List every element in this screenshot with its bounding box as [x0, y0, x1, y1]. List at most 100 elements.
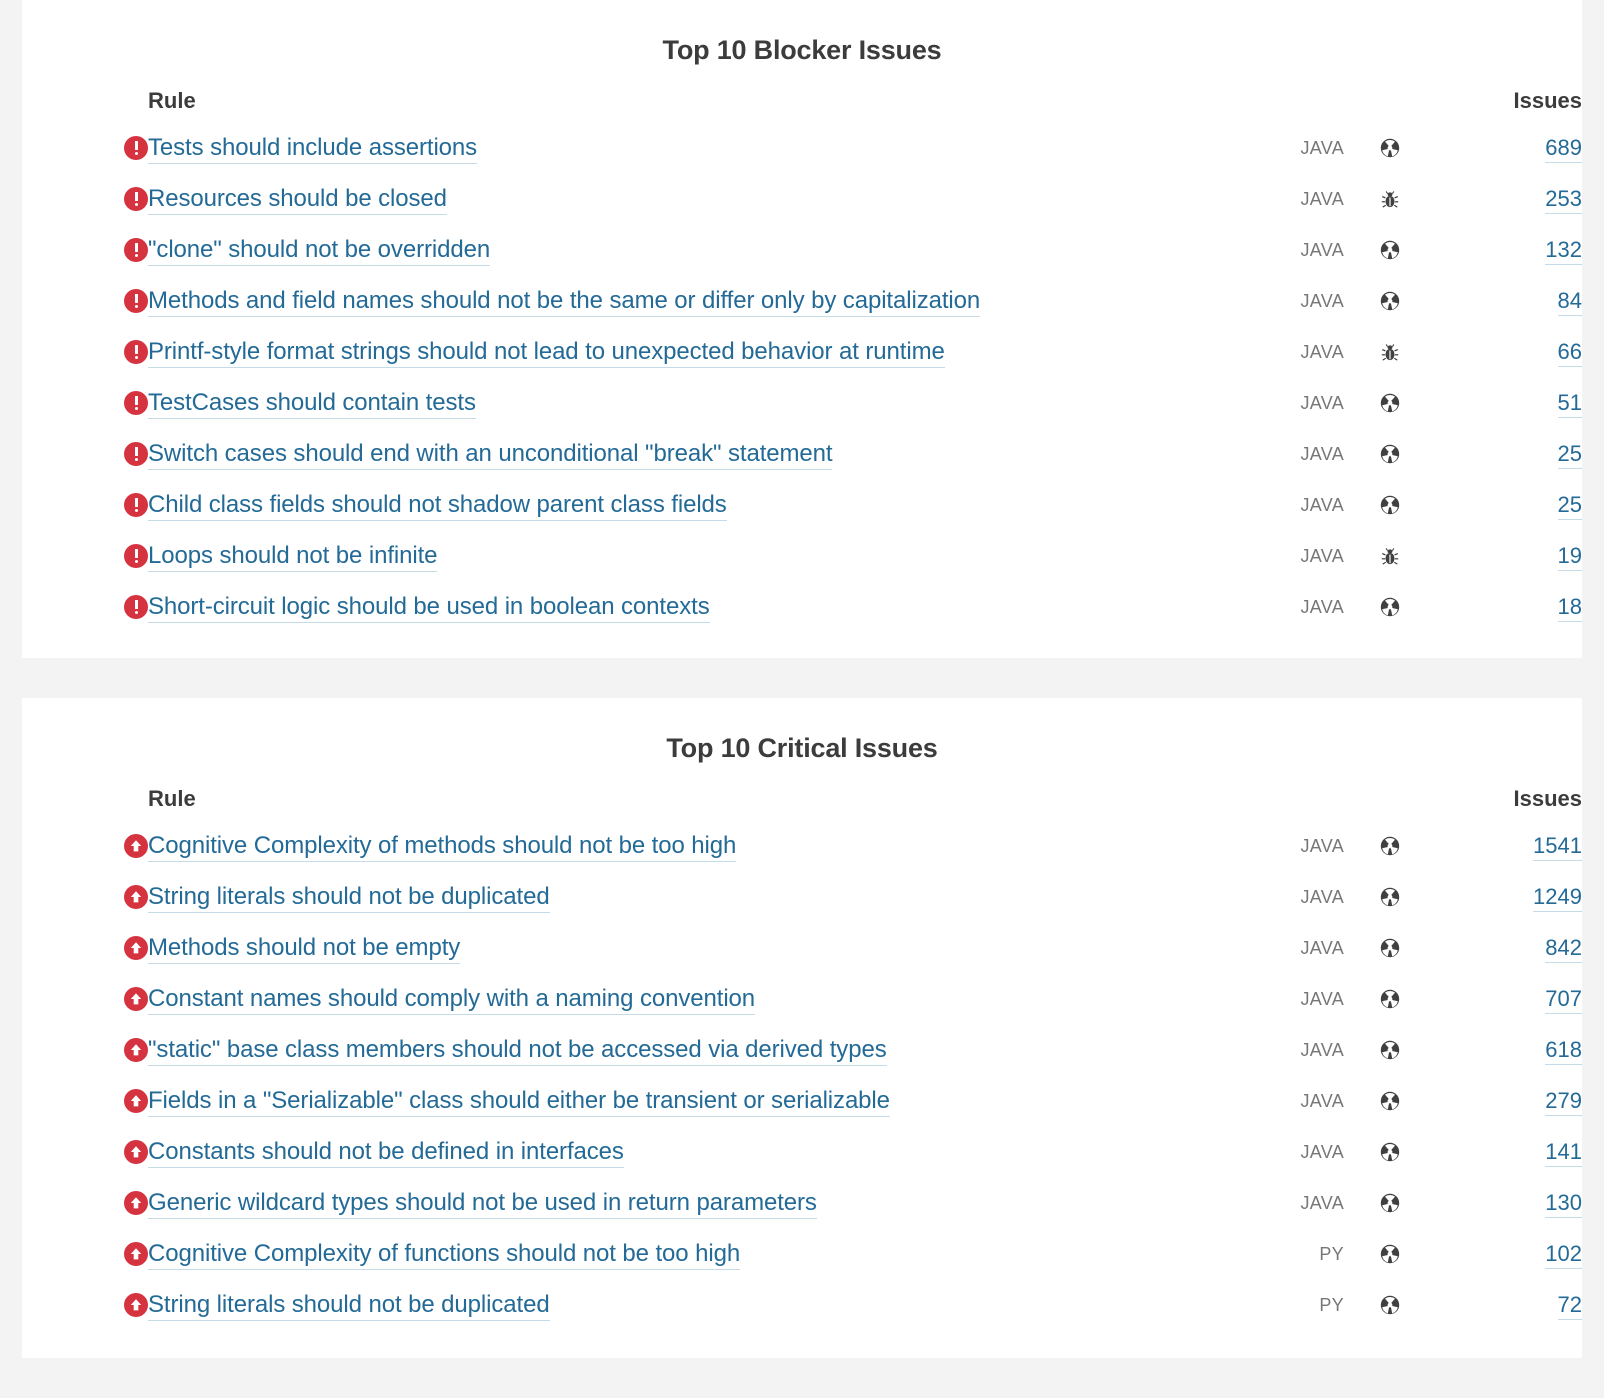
language-cell: JAVA	[1300, 545, 1344, 566]
rule-link[interactable]: Generic wildcard types should not be use…	[148, 1189, 817, 1220]
issue-count-cell: 132	[1436, 225, 1582, 276]
issue-count-link[interactable]: 18	[1557, 594, 1582, 623]
blocker-icon	[124, 595, 148, 620]
bug-icon	[1379, 341, 1401, 363]
issue-count-link[interactable]: 84	[1557, 288, 1582, 317]
table-row: Cognitive Complexity of methods should n…	[22, 821, 1582, 872]
blocker-icon	[124, 493, 148, 518]
rule-link[interactable]: "static" base class members should not b…	[148, 1036, 887, 1067]
language-cell: JAVA	[1300, 596, 1344, 617]
issue-count-link[interactable]: 130	[1545, 1190, 1582, 1219]
code-smell-icon	[1379, 1294, 1401, 1316]
issue-count-link[interactable]: 72	[1557, 1292, 1582, 1321]
table-row: String literals should not be duplicated…	[22, 872, 1582, 923]
rule-link[interactable]: String literals should not be duplicated	[148, 883, 550, 914]
issue-count-link[interactable]: 25	[1557, 441, 1582, 470]
rule-link[interactable]: Methods and field names should not be th…	[148, 287, 980, 318]
rule-link[interactable]: Printf-style format strings should not l…	[148, 338, 945, 369]
rule-cell: Generic wildcard types should not be use…	[148, 1178, 1214, 1229]
blocker-issues-table: Rule Issues Tests should include asserti…	[22, 88, 1582, 632]
rule-link[interactable]: TestCases should contain tests	[148, 389, 476, 420]
rule-link[interactable]: Loops should not be infinite	[148, 542, 438, 573]
table-row: Constant names should comply with a nami…	[22, 974, 1582, 1025]
issue-count-link[interactable]: 1541	[1533, 833, 1582, 862]
rule-link[interactable]: Methods should not be empty	[148, 934, 460, 965]
rule-link[interactable]: Constant names should comply with a nami…	[148, 985, 755, 1016]
table-row: Methods and field names should not be th…	[22, 276, 1582, 327]
issue-type-cell	[1344, 582, 1436, 633]
critical-icon	[124, 987, 148, 1012]
blocker-icon	[124, 289, 148, 314]
rule-link[interactable]: String literals should not be duplicated	[148, 1291, 550, 1322]
issue-count-link[interactable]: 707	[1545, 986, 1582, 1015]
table-row: Child class fields should not shadow par…	[22, 480, 1582, 531]
issue-count-link[interactable]: 689	[1545, 135, 1582, 164]
issue-count-link[interactable]: 618	[1545, 1037, 1582, 1066]
issue-count-link[interactable]: 66	[1557, 339, 1582, 368]
issue-type-cell	[1344, 1025, 1436, 1076]
code-smell-icon	[1379, 835, 1401, 857]
rule-link[interactable]: Switch cases should end with an uncondit…	[148, 440, 833, 471]
issue-type-cell	[1344, 1229, 1436, 1280]
critical-icon	[124, 834, 148, 859]
issue-type-cell	[1344, 531, 1436, 582]
rule-link[interactable]: Child class fields should not shadow par…	[148, 491, 727, 522]
issue-count-link[interactable]: 19	[1557, 543, 1582, 572]
language-cell: JAVA	[1300, 494, 1344, 515]
language-cell: JAVA	[1300, 1141, 1344, 1162]
severity-cell	[22, 821, 148, 872]
rule-link[interactable]: Short-circuit logic should be used in bo…	[148, 593, 710, 624]
issue-count-link[interactable]: 132	[1545, 237, 1582, 266]
rule-cell: Fields in a "Serializable" class should …	[148, 1076, 1214, 1127]
severity-cell	[22, 531, 148, 582]
code-smell-icon	[1379, 290, 1401, 312]
rule-link[interactable]: "clone" should not be overridden	[148, 236, 490, 267]
rule-link[interactable]: Cognitive Complexity of methods should n…	[148, 832, 736, 863]
rule-cell: "static" base class members should not b…	[148, 1025, 1214, 1076]
issue-count-link[interactable]: 1249	[1533, 884, 1582, 913]
issue-count-cell: 1249	[1436, 872, 1582, 923]
rule-link[interactable]: Cognitive Complexity of functions should…	[148, 1240, 740, 1271]
issue-count-link[interactable]: 25	[1557, 492, 1582, 521]
rule-cell: "clone" should not be overridden	[148, 225, 1214, 276]
critical-icon	[124, 1089, 148, 1114]
issue-type-cell	[1344, 1076, 1436, 1127]
rule-cell: Methods and field names should not be th…	[148, 276, 1214, 327]
issue-count-link[interactable]: 842	[1545, 935, 1582, 964]
severity-cell	[22, 1025, 148, 1076]
rule-link[interactable]: Resources should be closed	[148, 185, 447, 216]
critical-issues-table: Rule Issues Cognitive Complexity of meth…	[22, 786, 1582, 1330]
issue-type-cell	[1344, 378, 1436, 429]
severity-cell	[22, 872, 148, 923]
issue-type-cell	[1344, 974, 1436, 1025]
table-row: Loops should not be infinite JAVA 19	[22, 531, 1582, 582]
issue-count-link[interactable]: 141	[1545, 1139, 1582, 1168]
rule-link[interactable]: Constants should not be defined in inter…	[148, 1138, 624, 1169]
column-header-type	[1344, 786, 1436, 820]
panel-title-critical: Top 10 Critical Issues	[666, 733, 938, 763]
language-cell: JAVA	[1300, 290, 1344, 311]
issue-count-link[interactable]: 253	[1545, 186, 1582, 215]
table-row: Tests should include assertions JAVA 689	[22, 123, 1582, 174]
rule-cell: TestCases should contain tests	[148, 378, 1214, 429]
rule-link[interactable]: Fields in a "Serializable" class should …	[148, 1087, 890, 1118]
issue-count-cell: 1541	[1436, 821, 1582, 872]
language-cell: JAVA	[1300, 835, 1344, 856]
issue-count-link[interactable]: 102	[1545, 1241, 1582, 1270]
issue-count-link[interactable]: 51	[1557, 390, 1582, 419]
column-header-language	[1214, 88, 1344, 122]
rule-cell: Constant names should comply with a nami…	[148, 974, 1214, 1025]
table-row: "clone" should not be overridden JAVA 132	[22, 225, 1582, 276]
rule-link[interactable]: Tests should include assertions	[148, 134, 477, 165]
issue-count-cell: 102	[1436, 1229, 1582, 1280]
critical-icon	[124, 885, 148, 910]
critical-icon	[124, 1038, 148, 1063]
table-header-row: Rule Issues	[22, 88, 1582, 122]
code-smell-icon	[1379, 494, 1401, 516]
issue-count-cell: 842	[1436, 923, 1582, 974]
rule-cell: Short-circuit logic should be used in bo…	[148, 582, 1214, 633]
severity-cell	[22, 1280, 148, 1331]
language-cell: PY	[1319, 1243, 1344, 1264]
language-cell: JAVA	[1300, 1039, 1344, 1060]
issue-count-link[interactable]: 279	[1545, 1088, 1582, 1117]
